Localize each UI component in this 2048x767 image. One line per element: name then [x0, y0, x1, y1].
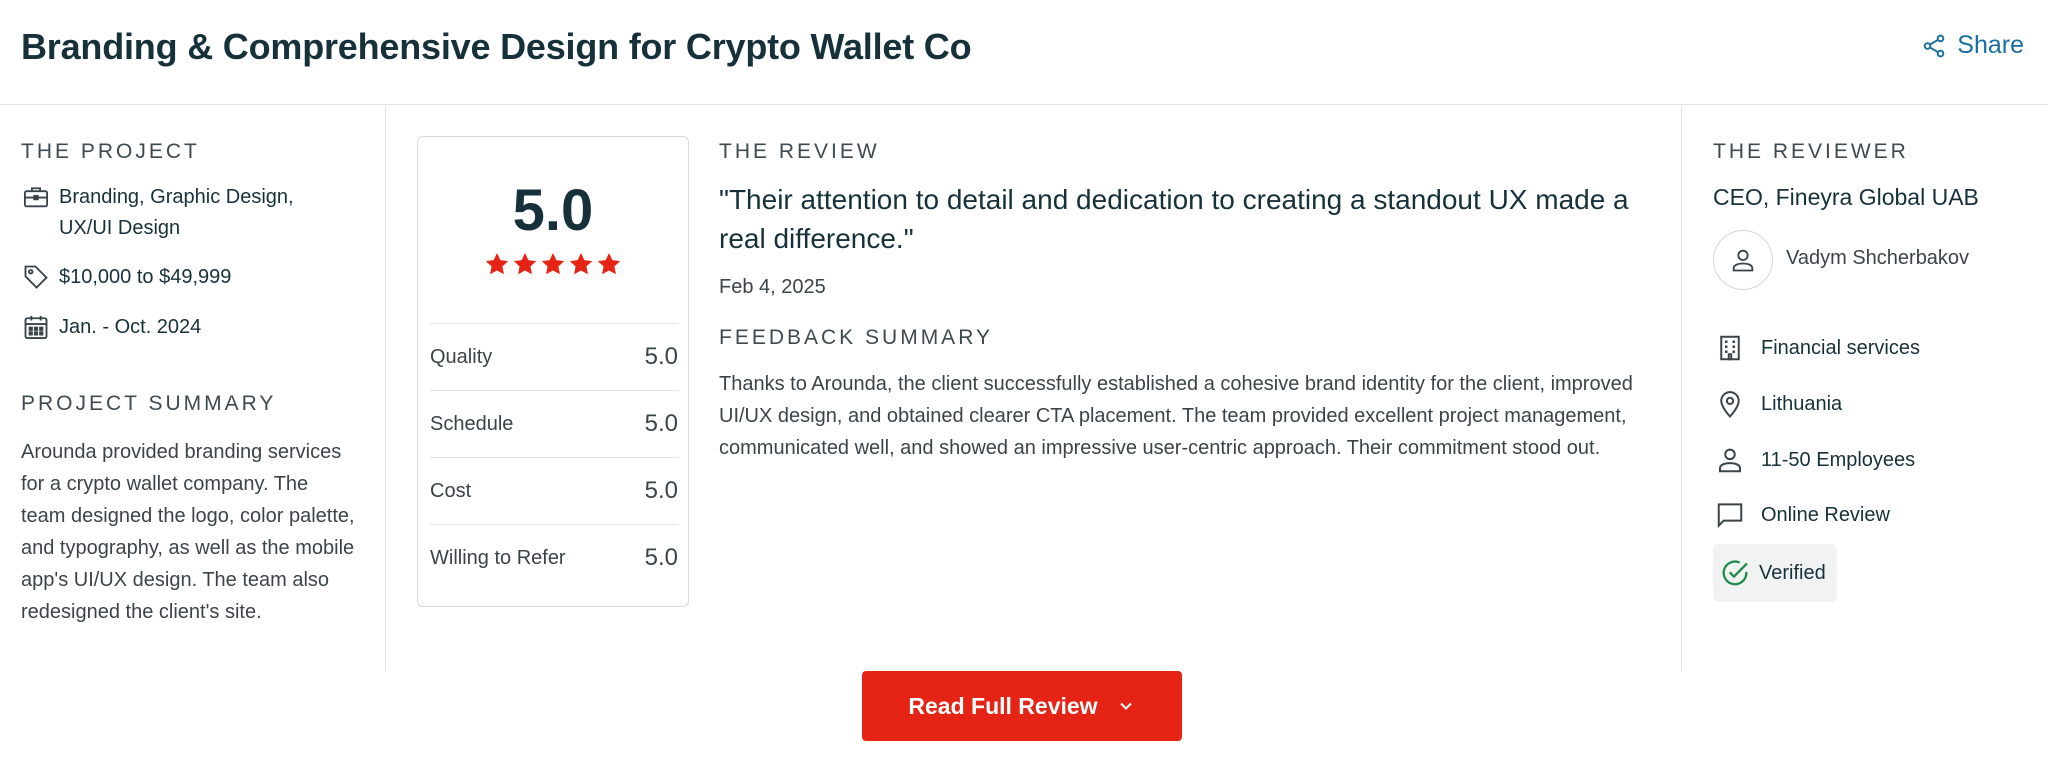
- budget-text: $10,000 to $49,999: [59, 266, 232, 288]
- calendar-icon: [21, 312, 51, 342]
- rating-card: 5.0 Quality 5.0 Schedule 5.0 Cost 5.0 Wi…: [417, 136, 689, 607]
- rating-row-willing-to-refer: Willing to Refer 5.0: [430, 524, 678, 591]
- location-text: Lithuania: [1761, 392, 1843, 415]
- project-section-label: THE PROJECT: [21, 140, 200, 163]
- review-header: Branding & Comprehensive Design for Cryp…: [0, 0, 2048, 105]
- briefcase-icon: [21, 182, 51, 212]
- company-size-text: 11-50 Employees: [1761, 448, 1916, 471]
- column-divider: [385, 106, 386, 671]
- project-dates: Jan. - Oct. 2024: [21, 312, 201, 343]
- feedback-summary-text: Thanks to Arounda, the client successful…: [719, 373, 1633, 459]
- share-button[interactable]: Share: [1921, 31, 2024, 60]
- services-text: Branding, Graphic Design, UX/UI Design: [59, 186, 294, 239]
- user-icon: [1732, 249, 1754, 272]
- reviewer-role: CEO, Fineyra Global UAB: [1713, 184, 1979, 210]
- verified-badge: Verified: [1713, 544, 1837, 602]
- project-budget: $10,000 to $49,999: [21, 262, 231, 293]
- dates-text: Jan. - Oct. 2024: [59, 316, 202, 338]
- reviewer-company-size: 11-50 Employees: [1713, 443, 1915, 477]
- overall-score: 5.0: [512, 178, 594, 243]
- location-pin-icon: [1713, 387, 1747, 421]
- rating-label: Quality: [430, 345, 493, 368]
- person-icon: [1713, 443, 1747, 477]
- review-date: Feb 4, 2025: [719, 276, 826, 298]
- rating-row-quality: Quality 5.0: [430, 323, 678, 390]
- rating-label: Schedule: [430, 412, 514, 435]
- rating-row-cost: Cost 5.0: [430, 457, 678, 524]
- star-icon: [485, 252, 509, 275]
- review-section-label: THE REVIEW: [719, 140, 880, 163]
- star-icon: [597, 252, 621, 275]
- star-icon: [569, 252, 593, 275]
- rating-value: 5.0: [644, 544, 678, 571]
- price-tag-icon: [21, 262, 51, 292]
- rating-row-schedule: Schedule 5.0: [430, 390, 678, 457]
- page-title: Branding & Comprehensive Design for Cryp…: [21, 26, 972, 67]
- check-circle-icon: [1722, 560, 1748, 586]
- rating-value: 5.0: [644, 343, 678, 370]
- reviewer-location: Lithuania: [1713, 387, 1842, 421]
- share-label: Share: [1957, 31, 2024, 59]
- feedback-summary-label: FEEDBACK SUMMARY: [719, 326, 993, 349]
- chevron-down-icon: [1119, 702, 1132, 710]
- rating-value: 5.0: [644, 477, 678, 504]
- rating-label: Cost: [430, 479, 472, 502]
- reviewer-review-type: Online Review: [1713, 498, 1890, 532]
- avatar: [1713, 230, 1773, 290]
- column-divider: [1681, 106, 1682, 671]
- industry-text: Financial services: [1761, 336, 1920, 359]
- review-quote: "Their attention to detail and dedicatio…: [719, 184, 1629, 254]
- chat-bubble-icon: [1713, 498, 1747, 532]
- star-icon: [513, 252, 537, 275]
- share-icon: [1923, 34, 1945, 57]
- star-icon: [541, 252, 565, 275]
- project-summary-label: PROJECT SUMMARY: [21, 392, 277, 415]
- project-services: Branding, Graphic Design, UX/UI Design: [21, 182, 319, 244]
- rating-label: Willing to Refer: [430, 546, 566, 569]
- read-full-review-button[interactable]: Read Full Review: [862, 671, 1182, 741]
- review-type-text: Online Review: [1761, 503, 1890, 526]
- project-summary-text: Arounda provided branding services for a…: [21, 441, 355, 623]
- verified-label: Verified: [1759, 561, 1826, 584]
- building-icon: [1713, 331, 1747, 365]
- reviewer-industry: Financial services: [1713, 331, 1920, 365]
- rating-value: 5.0: [644, 410, 678, 437]
- star-rating: [418, 251, 688, 277]
- reviewer-section-label: THE REVIEWER: [1713, 140, 1909, 163]
- reviewer-name: Vadym Shcherbakov: [1786, 247, 1970, 269]
- read-full-review-label: Read Full Review: [908, 692, 1098, 719]
